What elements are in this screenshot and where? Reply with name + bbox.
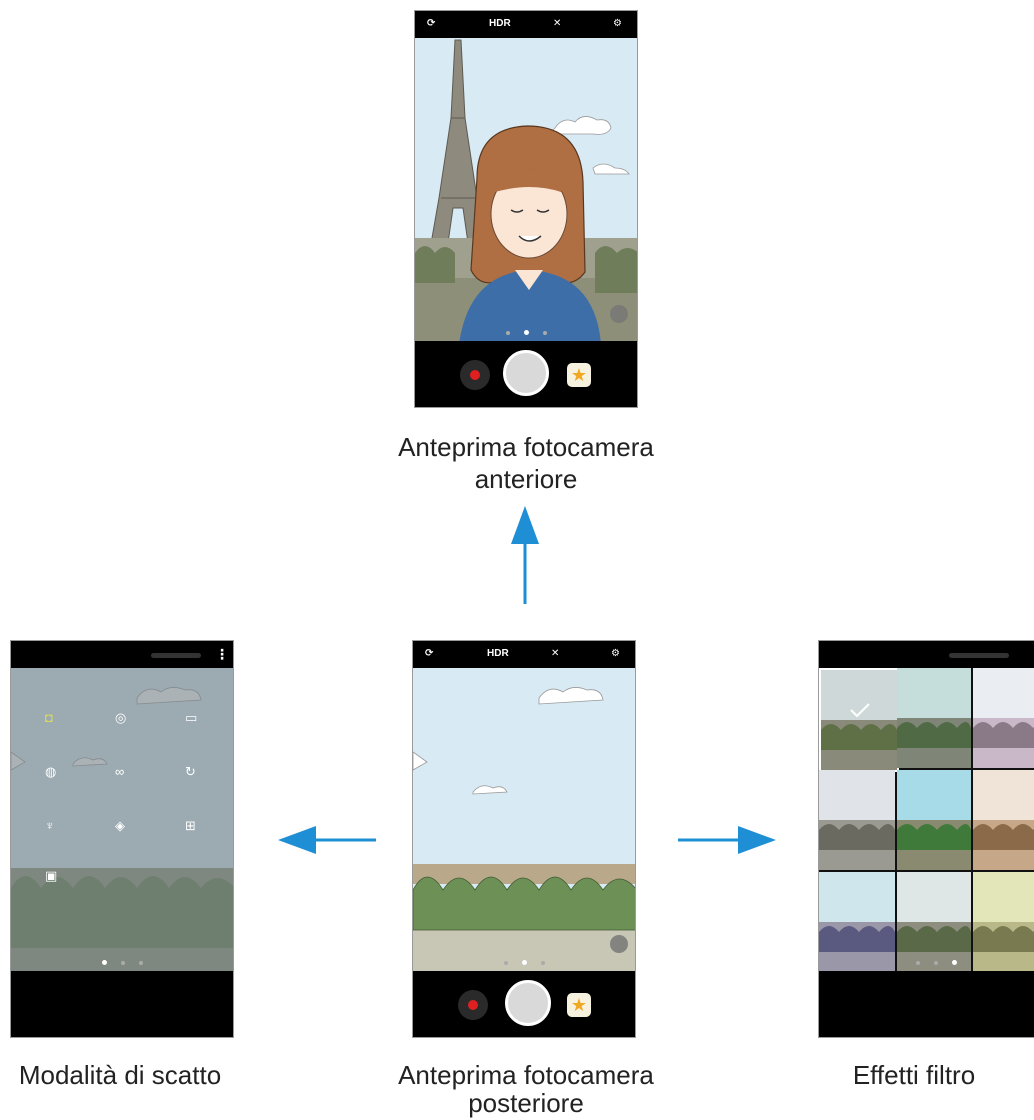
panorama-mode-icon[interactable]: ▭	[185, 710, 197, 726]
selfie-illustration	[415, 38, 637, 341]
arrow-up-icon	[511, 506, 539, 604]
modes-bottom-bar	[11, 971, 233, 1037]
filter-thumbnail[interactable]	[973, 668, 1034, 768]
modes-title-placeholder	[151, 653, 201, 658]
caption-modes: Modalità di scatto	[18, 1060, 222, 1090]
filters-grid	[819, 668, 1034, 971]
shutter-icon[interactable]	[505, 980, 551, 1026]
camera-bottom-bar: ★	[413, 971, 635, 1037]
filters-top-bar	[819, 641, 1034, 668]
record-icon[interactable]	[460, 360, 490, 390]
caption-front-line2: anteriore	[474, 464, 578, 494]
live-focus-mode-icon[interactable]: ◈	[115, 818, 125, 834]
flash-off-icon[interactable]: ✕	[551, 647, 559, 661]
park-illustration	[413, 668, 635, 971]
front-camera-phone: ⟳ HDR ✕ ⚙ ★	[414, 10, 638, 408]
page-indicator	[415, 322, 637, 335]
page-dot[interactable]	[916, 961, 920, 965]
effects-star-icon[interactable]: ★	[567, 993, 591, 1017]
page-dot[interactable]	[542, 331, 547, 335]
selective-focus-mode-icon[interactable]: ◍	[45, 764, 56, 780]
hdr-icon[interactable]: HDR	[487, 647, 509, 661]
filters-bottom-bar	[819, 971, 1034, 1037]
filter-thumbnail-image	[897, 668, 971, 768]
caption-front-line1: Anteprima fotocamera	[398, 432, 654, 462]
settings-icon[interactable]: ⚙	[611, 647, 620, 661]
filter-thumbnail-image	[897, 770, 971, 870]
modes-screen: ◘ ◎ ▭ ◍ ∞ ↻ ♆ ◈ ⊞ ▣	[11, 668, 233, 971]
caption-filters: Effetti filtro	[852, 1060, 976, 1090]
collage-mode-icon[interactable]: ⊞	[185, 818, 196, 834]
filter-thumbnail[interactable]	[897, 770, 971, 870]
effects-star-icon[interactable]: ★	[567, 363, 591, 387]
page-dot[interactable]	[503, 961, 508, 965]
shooting-modes-phone: ⋮ ◘ ◎ ▭ ◍ ∞ ↻ ♆ ◈ ⊞ ▣	[10, 640, 234, 1038]
page-dot[interactable]	[540, 961, 545, 965]
page-indicator	[11, 952, 233, 965]
page-dot[interactable]	[934, 961, 938, 965]
page-indicator	[819, 952, 1034, 965]
page-dot[interactable]	[138, 961, 143, 965]
filter-thumbnail-image	[973, 770, 1034, 870]
settings-icon[interactable]: ⚙	[613, 17, 622, 31]
pro-mode-icon[interactable]: ◎	[115, 710, 126, 726]
page-dot-active[interactable]	[523, 330, 529, 335]
filters-title-placeholder	[949, 653, 1009, 658]
hyperlapse-mode-icon[interactable]: ↻	[185, 764, 196, 780]
rear-preview-screen	[413, 668, 635, 971]
camera-top-bar: ⟳ HDR ✕ ⚙	[413, 641, 635, 668]
caption-rear-line2: posteriore	[468, 1088, 584, 1118]
camera-top-bar: ⟳ HDR ✕ ⚙	[415, 11, 637, 38]
camera-switch-icon[interactable]: ⟳	[427, 17, 435, 31]
slow-motion-mode-icon[interactable]: ∞	[115, 764, 124, 779]
filter-effects-phone	[818, 640, 1034, 1038]
page-dot-active[interactable]	[952, 960, 957, 965]
page-indicator	[413, 952, 635, 965]
filter-thumbnail[interactable]	[973, 770, 1034, 870]
page-dot[interactable]	[505, 331, 510, 335]
arrow-left-icon	[278, 826, 376, 854]
page-dot-active[interactable]	[101, 960, 107, 965]
filter-thumbnail-image	[821, 670, 897, 770]
filter-thumbnail[interactable]	[819, 770, 895, 870]
video-collage-mode-icon[interactable]: ▣	[45, 868, 57, 884]
hdr-icon[interactable]: HDR	[489, 17, 511, 31]
page-dot-active[interactable]	[521, 960, 527, 965]
record-icon[interactable]	[458, 990, 488, 1020]
filter-thumbnail-image	[973, 668, 1034, 768]
shutter-icon[interactable]	[503, 350, 549, 396]
filter-thumbnail[interactable]	[897, 668, 971, 768]
auto-mode-icon[interactable]: ◘	[45, 710, 53, 725]
filter-thumbnail-selected[interactable]	[819, 668, 899, 772]
arrow-right-icon	[678, 826, 776, 854]
flash-off-icon[interactable]: ✕	[553, 17, 561, 31]
page-dot[interactable]	[120, 961, 125, 965]
food-mode-icon[interactable]: ♆	[45, 818, 55, 833]
rear-camera-phone: ⟳ HDR ✕ ⚙ ★	[412, 640, 636, 1038]
camera-bottom-bar: ★	[415, 341, 637, 407]
camera-switch-icon[interactable]: ⟳	[425, 647, 433, 661]
modes-top-bar: ⋮	[11, 641, 233, 668]
more-options-icon[interactable]: ⋮	[215, 647, 229, 661]
front-preview-screen	[415, 38, 637, 341]
filter-thumbnail-image	[819, 770, 895, 870]
